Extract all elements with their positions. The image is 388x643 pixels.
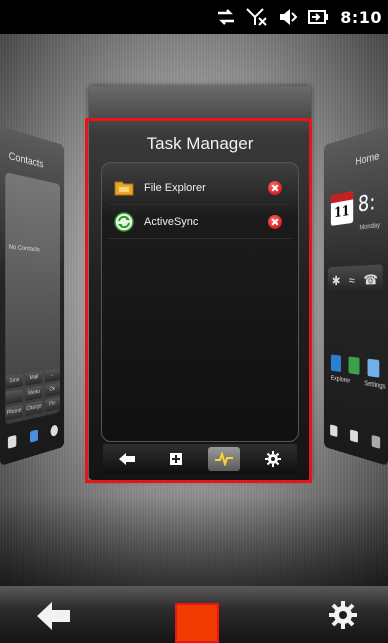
keypad-key: Menu [25, 385, 43, 402]
contacts-card-title: Contacts [8, 150, 44, 171]
task-switcher-background: Contacts No Contacts Sms Mail ← Menu Ok … [0, 34, 388, 586]
status-icons: 8:10 [216, 6, 382, 28]
keypad-key [5, 389, 24, 405]
bottom-softkey-bar [0, 586, 388, 643]
home-app-label: Settings [364, 380, 386, 391]
keypad-key: Mail [25, 370, 43, 386]
task-row-activesync[interactable]: ActiveSync [108, 205, 292, 239]
home-card[interactable]: Home 11 8: Monday ✱ ≈ ☎ Explorer Setting… [323, 126, 388, 466]
explorer-icon [330, 354, 342, 373]
battery-charging-icon [308, 10, 329, 24]
task-manager-card[interactable]: Task Manager File Explorer ActiveSync [89, 86, 311, 480]
gear-icon [264, 451, 281, 467]
keypad-key: Sms [5, 373, 24, 390]
keypad-key: Ok [44, 382, 60, 398]
home-app-label: Explorer [330, 375, 351, 385]
home-connectivity-row: ✱ ≈ ☎ [328, 264, 383, 295]
task-name: File Explorer [144, 181, 206, 194]
calendar-icon: 11 [330, 190, 354, 226]
activesync-icon [114, 211, 134, 232]
back-icon [119, 453, 136, 465]
close-task-button[interactable] [268, 180, 282, 195]
home-day: Monday [359, 222, 381, 232]
gear-icon [329, 601, 357, 629]
task-list-panel: File Explorer ActiveSync [101, 162, 299, 442]
add-window-button[interactable] [160, 447, 192, 471]
task-manager-toolbar [103, 444, 297, 474]
home-clock: 8: [357, 190, 376, 218]
back-button[interactable] [111, 447, 143, 471]
task-manager-title: Task Manager [146, 134, 254, 153]
phone-icon [329, 424, 338, 438]
close-task-button[interactable] [268, 214, 282, 229]
home-card-toolbar [324, 417, 388, 458]
activity-button[interactable] [208, 447, 241, 471]
no-signal-icon [246, 8, 267, 26]
contacts-empty-text: No Contacts [8, 243, 40, 254]
activity-icon [215, 452, 234, 466]
gear-icon [50, 424, 59, 438]
folder-icon [114, 178, 134, 198]
status-clock: 8:10 [340, 7, 382, 27]
data-sync-icon [218, 9, 235, 25]
add-window-icon [350, 429, 358, 443]
bluetooth-icon: ✱ [331, 272, 341, 288]
pictures-icon [348, 356, 360, 375]
keypad-key: ← [44, 368, 60, 383]
phone-icon: ☎ [363, 270, 378, 287]
status-bar: 8:10 [0, 0, 388, 34]
home-card-title: Home [355, 150, 380, 168]
settings-button[interactable] [257, 447, 289, 471]
home-app-row [330, 354, 383, 378]
task-list: File Explorer ActiveSync [108, 171, 292, 239]
add-window-icon [169, 453, 182, 465]
contacts-card[interactable]: Contacts No Contacts Sms Mail ← Menu Ok … [0, 126, 65, 466]
ie-icon [30, 429, 38, 443]
settings-button[interactable] [328, 600, 358, 630]
back-icon [37, 602, 70, 630]
volume-icon [280, 9, 298, 25]
center-key[interactable] [175, 603, 219, 643]
back-button[interactable] [36, 600, 72, 632]
wifi-icon: ≈ [348, 272, 355, 288]
bluetooth-settings-icon [367, 358, 380, 378]
task-name: ActiveSync [144, 215, 199, 228]
phone-icon [7, 434, 17, 449]
task-row-file-explorer[interactable]: File Explorer [108, 171, 292, 205]
calendar-day: 11 [334, 201, 350, 221]
activity-icon [371, 434, 381, 449]
